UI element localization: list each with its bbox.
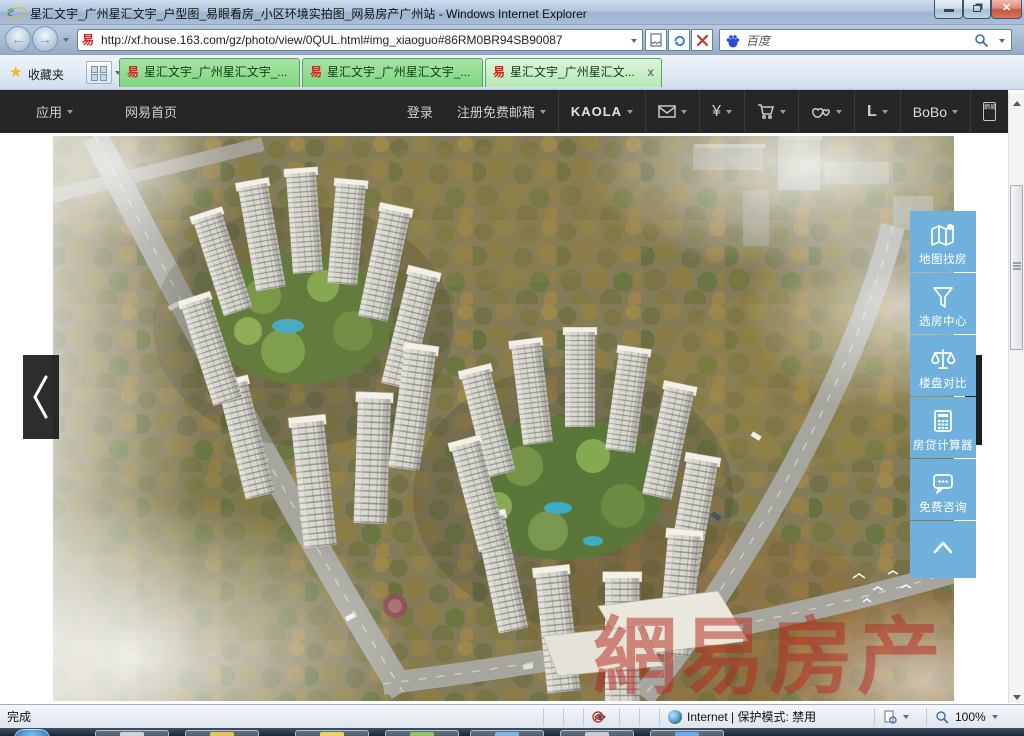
recent-pages-caret[interactable] — [63, 38, 69, 42]
address-dropdown-caret[interactable] — [631, 39, 637, 43]
tab-favicon: 易 — [127, 65, 139, 79]
minimize-button[interactable] — [934, 0, 963, 19]
nav-login[interactable]: 登录 — [395, 90, 445, 133]
nav-pay[interactable]: ¥ — [699, 90, 744, 133]
vertical-scrollbar[interactable] — [1008, 93, 1024, 703]
baidu-logo-icon — [725, 33, 741, 49]
search-options-caret[interactable] — [999, 39, 1005, 43]
tab-1[interactable]: 易星汇文宇_广州星汇文宇_... — [119, 58, 300, 87]
phone-icon: 網易 — [983, 102, 996, 121]
sidebar-map-search-button[interactable]: 地图找房 — [910, 211, 976, 272]
scroll-up-arrow[interactable] — [1009, 93, 1024, 109]
start-orb[interactable] — [14, 729, 50, 736]
browser-window: e 星汇文宇_广州星汇文宇_户型图_易眼看房_小区环境实拍图_网易房产广州站 -… — [0, 0, 1024, 736]
favorites-label[interactable]: 收藏夹 — [28, 66, 64, 83]
taskbar-item[interactable] — [385, 730, 459, 736]
nav-bobo[interactable]: BoBo — [900, 90, 970, 133]
calculator-icon — [930, 408, 956, 434]
title-bar: e 星汇文宇_广州星汇文宇_户型图_易眼看房_小区环境实拍图_网易房产广州站 -… — [0, 0, 1024, 25]
watermark: 網易房产 — [593, 610, 945, 701]
nav-mail[interactable] — [645, 90, 699, 133]
nav-apps[interactable]: 应用 — [0, 90, 85, 133]
nav-netease-mobile[interactable]: 網易 — [970, 90, 1008, 133]
window-title: 星汇文宇_广州星汇文宇_户型图_易眼看房_小区环境实拍图_网易房产广州站 - W… — [30, 5, 587, 22]
taskbar-item[interactable] — [650, 730, 724, 736]
sidebar-mortgage-calculator-button[interactable]: 房贷计算器 — [910, 397, 976, 458]
tab-label: 星汇文宇_广州星汇文宇_... — [144, 65, 287, 79]
status-text: 完成 — [0, 708, 543, 725]
page-actions-button[interactable] — [874, 708, 926, 726]
tools-sidebar: 地图找房 选房中心 楼盘对比 — [910, 211, 976, 579]
tab-label: 星汇文宇_广州星汇文宇_... — [327, 65, 470, 79]
tab-3-active[interactable]: 易星汇文宇_广州星汇文... x — [485, 58, 662, 87]
scroll-down-arrow[interactable] — [1009, 687, 1024, 703]
search-icon[interactable] — [974, 33, 989, 48]
taskbar-item[interactable] — [95, 730, 169, 736]
funnel-icon — [930, 284, 956, 310]
internet-zone-icon — [668, 710, 682, 724]
scrollbar-thumb[interactable] — [1010, 185, 1023, 350]
inprivate-filter-indicator[interactable] — [583, 708, 619, 726]
page-zoom-icon — [883, 710, 897, 724]
hearts-icon — [811, 105, 831, 119]
chevron-left-icon — [23, 355, 59, 439]
tab-favicon: 易 — [310, 65, 322, 79]
zoom-level: 100% — [955, 710, 986, 724]
scales-icon — [930, 346, 956, 372]
navigation-bar: ← → 易 http://xf.house.163.com/gz/photo/v… — [0, 25, 1024, 55]
tab-favicon: 易 — [493, 65, 505, 79]
close-button[interactable]: ✕ — [991, 0, 1022, 19]
security-zone: Internet | 保护模式: 禁用 — [659, 708, 874, 726]
map-pin-icon — [929, 222, 957, 248]
previous-photo-button[interactable] — [23, 355, 59, 439]
taskbar-item[interactable] — [560, 730, 634, 736]
tab-close-icon[interactable]: x — [647, 59, 654, 86]
search-box[interactable]: 百度 — [719, 29, 1012, 51]
compatibility-view-button[interactable] — [645, 29, 667, 51]
nav-register-mail[interactable]: 注册免费邮箱 — [445, 90, 558, 133]
favorites-tab-bar: ★ 收藏夹 易星汇文宇_广州星汇文宇_... 易星汇文宇_广州星汇文宇_... … — [0, 55, 1024, 90]
back-button[interactable]: ← — [5, 26, 31, 52]
magnifier-icon — [935, 710, 949, 724]
cart-icon — [757, 104, 775, 119]
refresh-button[interactable] — [668, 29, 690, 51]
listing-photo: 網易房产 — [53, 136, 954, 701]
taskbar-item[interactable] — [185, 730, 259, 736]
zone-text: Internet | 保护模式: 禁用 — [687, 708, 816, 725]
back-to-top-button[interactable] — [910, 521, 976, 578]
chevron-up-icon — [928, 537, 958, 557]
tab-2[interactable]: 易星汇文宇_广州星汇文宇_... — [302, 58, 483, 87]
url-text[interactable]: http://xf.house.163.com/gz/photo/view/0Q… — [101, 30, 563, 50]
site-favicon: 易 — [82, 33, 96, 47]
favorites-star-icon[interactable]: ★ — [9, 63, 22, 81]
status-bar: 完成 Internet | 保护模式: 禁用 1 — [0, 704, 1024, 728]
forward-button[interactable]: → — [32, 26, 58, 52]
tab-label: 星汇文宇_广州星汇文... — [510, 65, 635, 79]
page-content: 应用 网易首页 登录 注册免费邮箱 KAOLA ¥ L BoBo 網易 — [0, 90, 1024, 704]
stop-button[interactable] — [691, 29, 713, 51]
nav-lofter[interactable]: L — [854, 90, 900, 133]
site-navbar: 应用 网易首页 登录 注册免费邮箱 KAOLA ¥ L BoBo 網易 — [0, 90, 1008, 133]
sidebar-free-consult-button[interactable]: 免费咨询 — [910, 459, 976, 520]
search-engine-label[interactable]: 百度 — [746, 33, 770, 49]
nav-kaola[interactable]: KAOLA — [558, 90, 645, 133]
chat-bubble-icon — [930, 470, 956, 496]
sidebar-selection-center-button[interactable]: 选房中心 — [910, 273, 976, 334]
taskbar-item[interactable] — [470, 730, 544, 736]
quick-tabs-button[interactable] — [86, 61, 112, 84]
ie-logo-icon: e — [7, 3, 25, 21]
sidebar-compare-button[interactable]: 楼盘对比 — [910, 335, 976, 396]
windows-taskbar[interactable] — [0, 728, 1024, 736]
mail-icon — [658, 105, 676, 118]
taskbar-item[interactable] — [295, 730, 369, 736]
zoom-control[interactable]: 100% — [926, 708, 1024, 726]
nav-cart[interactable] — [744, 90, 798, 133]
address-bar[interactable]: 易 http://xf.house.163.com/gz/photo/view/… — [77, 29, 643, 51]
restore-button[interactable] — [963, 0, 991, 19]
eye-disabled-icon — [592, 710, 608, 724]
nav-home[interactable]: 网易首页 — [113, 90, 189, 133]
nav-love[interactable] — [798, 90, 854, 133]
